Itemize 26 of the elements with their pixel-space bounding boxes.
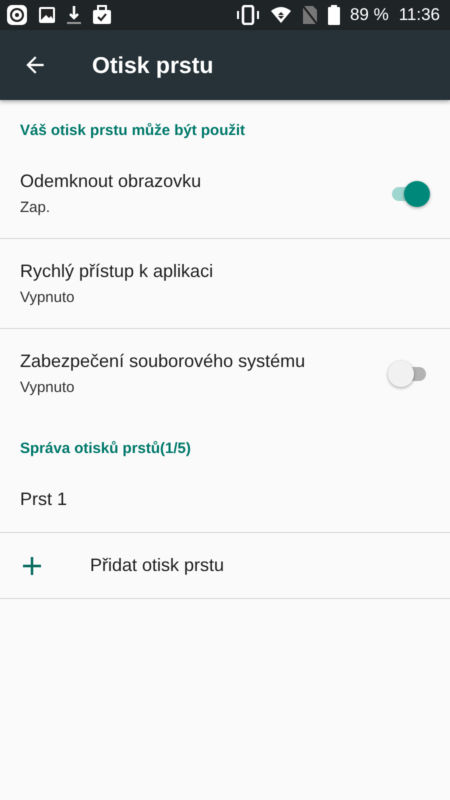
no-sim-icon xyxy=(302,5,318,25)
battery-percentage: 89 % xyxy=(350,5,389,25)
plus-icon xyxy=(22,556,42,576)
section-header: Správa otisků prstů(1/5) xyxy=(19,439,192,459)
settings-item[interactable]: Zabezpečení souborového systému Vypnuto xyxy=(0,329,450,418)
screen-title: Otisk prstu xyxy=(92,52,214,78)
wifi-icon xyxy=(270,6,292,24)
settings-item[interactable]: Odemknout obrazovku Zap. xyxy=(0,149,450,239)
item-summary: Vypnuto xyxy=(20,289,76,306)
item-title: Zabezpečení souborového systému xyxy=(20,351,306,372)
item-title: Prst 1 xyxy=(20,489,68,510)
item-title: Rychlý přístup k aplikaci xyxy=(20,261,214,282)
item-summary: Vypnuto xyxy=(20,379,76,396)
download-icon xyxy=(66,5,82,25)
item-summary: Zap. xyxy=(20,199,52,216)
settings-item[interactable]: Rychlý přístup k aplikaci Vypnuto xyxy=(0,239,450,329)
image-icon xyxy=(38,6,56,24)
battery-icon xyxy=(328,5,340,25)
item-title: Odemknout obrazovku xyxy=(20,171,202,192)
section-header: Váš otisk prstu může být použit xyxy=(19,121,246,141)
add-fingerprint-item[interactable]: Přidat otisk prstu xyxy=(0,533,450,599)
settings-item[interactable]: Prst 1 xyxy=(0,467,450,533)
item-title: Přidat otisk prstu xyxy=(90,555,224,576)
briefcase-check-icon xyxy=(92,5,112,25)
clock: 11:36 xyxy=(398,5,440,25)
vibrate-icon xyxy=(236,5,260,25)
